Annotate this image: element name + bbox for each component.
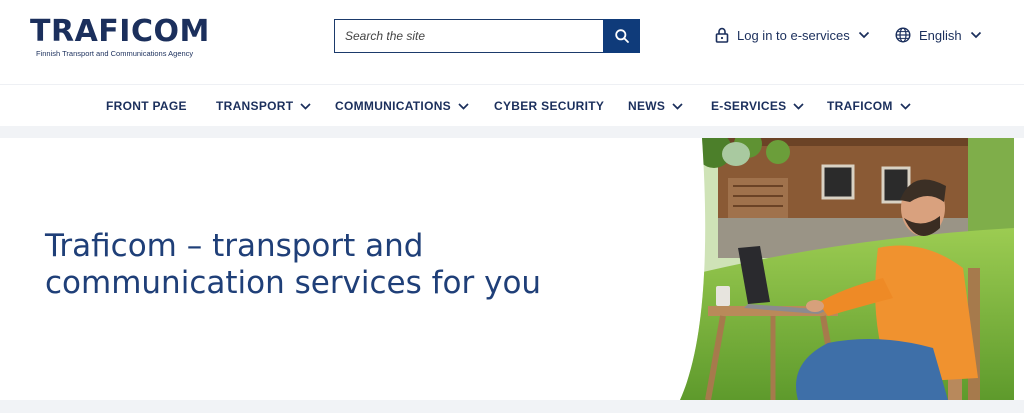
nav-item-label: COMMUNICATIONS bbox=[335, 99, 451, 113]
nav-item-label: NEWS bbox=[628, 99, 666, 113]
search-input[interactable] bbox=[334, 19, 604, 53]
search-icon bbox=[614, 29, 629, 43]
site-header: TRAFICOM Finnish Transport and Communica… bbox=[0, 0, 1024, 82]
nav-item-e-services[interactable]: E-SERVICES bbox=[711, 85, 805, 127]
logo-wordmark: TRAFICOM bbox=[30, 14, 210, 49]
lock-icon bbox=[715, 27, 729, 43]
language-label: English bbox=[919, 27, 962, 43]
globe-icon bbox=[895, 27, 911, 43]
hero-title: Traficom – transport and communication s… bbox=[45, 228, 605, 302]
section-divider bbox=[0, 400, 1024, 413]
chevron-down-icon bbox=[300, 102, 311, 110]
hero-photo bbox=[680, 138, 1014, 400]
login-label: Log in to e-services bbox=[737, 27, 850, 43]
nav-item-traficom[interactable]: TRAFICOM bbox=[827, 85, 911, 127]
nav-item-cyber-security[interactable]: CYBER SECURITY bbox=[494, 85, 604, 127]
chevron-down-icon bbox=[793, 102, 805, 110]
search-form bbox=[334, 19, 640, 53]
login-e-services-link[interactable]: Log in to e-services bbox=[715, 25, 870, 45]
language-selector[interactable]: English bbox=[895, 25, 982, 45]
hero-title-line-1: Traficom – transport and bbox=[45, 228, 424, 264]
chevron-down-icon bbox=[458, 102, 469, 110]
nav-item-label: CYBER SECURITY bbox=[494, 99, 605, 113]
section-divider bbox=[0, 126, 1024, 138]
chevron-down-icon bbox=[970, 31, 981, 39]
nav-item-communications[interactable]: COMMUNICATIONS bbox=[335, 85, 469, 127]
hero-banner: Traficom – transport and communication s… bbox=[0, 138, 1014, 400]
nav-item-transport[interactable]: TRANSPORT bbox=[216, 85, 311, 127]
chevron-down-icon bbox=[858, 31, 869, 39]
hero-title-line-2: communication services for you bbox=[45, 265, 542, 301]
logo-subtitle: Finnish Transport and Communications Age… bbox=[36, 49, 194, 58]
chevron-down-icon bbox=[900, 102, 911, 110]
nav-item-front-page[interactable]: FRONT PAGE bbox=[106, 85, 187, 127]
nav-item-news[interactable]: NEWS bbox=[628, 85, 683, 127]
nav-item-label: TRAFICOM bbox=[827, 99, 893, 113]
nav-item-label: E-SERVICES bbox=[711, 99, 787, 113]
nav-item-label: FRONT PAGE bbox=[106, 99, 187, 113]
traficom-logo[interactable]: TRAFICOM Finnish Transport and Communica… bbox=[30, 15, 220, 63]
nav-item-label: TRANSPORT bbox=[216, 99, 294, 113]
main-navigation: FRONT PAGE TRANSPORT COMMUNICATIONS CYBE… bbox=[0, 84, 1024, 126]
search-button[interactable] bbox=[603, 19, 640, 53]
chevron-down-icon bbox=[672, 102, 683, 110]
